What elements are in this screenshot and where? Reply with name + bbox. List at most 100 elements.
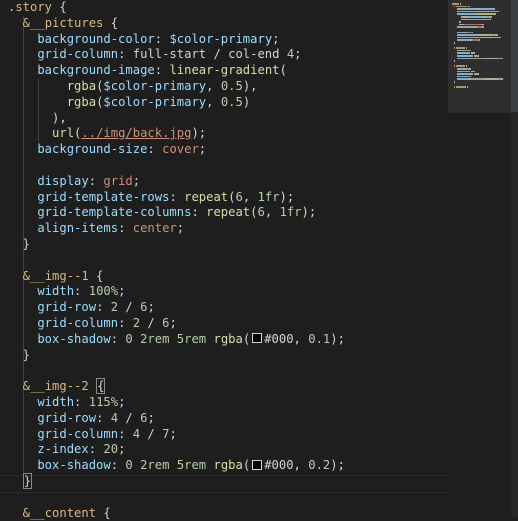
code-line[interactable]: } — [8, 348, 30, 364]
code-token: : — [147, 142, 163, 157]
minimap[interactable] — [448, 0, 518, 517]
code-token: ); — [279, 189, 295, 204]
minimap-token — [455, 47, 465, 49]
code-line[interactable]: .story { — [8, 0, 67, 16]
code-line[interactable]: &__pictures { — [8, 16, 118, 32]
minimap-token — [455, 65, 465, 67]
code-token: , — [206, 79, 221, 93]
code-line[interactable]: z-index: 20; — [8, 442, 125, 458]
code-line[interactable]: grid-row: 4 / 6; — [8, 410, 154, 427]
code-token: rgba — [213, 331, 243, 346]
code-line[interactable]: grid-column: full-start / col-end 4; — [8, 47, 302, 63]
code-token: , — [242, 189, 258, 204]
code-token: ), — [242, 79, 258, 93]
minimap-token — [477, 73, 479, 75]
code-token: ; — [169, 316, 177, 330]
minimap-token — [474, 52, 476, 54]
code-line[interactable]: rgba($color-primary, 0.5), — [8, 79, 258, 95]
minimap-token — [489, 16, 492, 18]
minimap-token — [471, 73, 473, 75]
code-token: : — [96, 410, 111, 425]
code-token: : — [110, 331, 126, 346]
code-token: __img--1 — [30, 268, 89, 283]
minimap-token — [456, 13, 476, 15]
vertical-scrollbar-thumb[interactable] — [511, 0, 518, 112]
code-token: rgba — [8, 79, 97, 93]
minimap-token — [468, 5, 470, 8]
code-line[interactable]: display: grid; — [8, 174, 140, 190]
code-line[interactable]: url(../img/back.jpg); — [8, 126, 206, 142]
minimap-token — [466, 47, 468, 49]
code-line[interactable]: } — [8, 473, 33, 490]
minimap-token — [494, 8, 496, 10]
minimap-token — [456, 75, 465, 78]
minimap-token — [456, 34, 478, 36]
code-line[interactable]: background-image: linear-gradient( — [8, 63, 287, 79]
code-line[interactable]: width: 115%; — [8, 395, 125, 411]
code-line[interactable]: rgba($color-primary, 0.5) — [8, 95, 251, 111]
code-line[interactable]: grid-template-columns: repeat(6, 1fr); — [8, 205, 316, 221]
url-link[interactable]: ../img/back.jpg — [81, 126, 191, 140]
code-line[interactable]: box-shadow: 0 2rem 5rem rgba(#000, 0.1); — [8, 332, 345, 348]
code-token: ( — [279, 63, 287, 78]
code-line[interactable]: grid-template-rows: repeat(6, 1fr); — [8, 190, 294, 206]
color-swatch-icon[interactable] — [252, 333, 263, 344]
minimap-token — [501, 78, 504, 80]
code-token: ); — [191, 126, 207, 141]
code-token: ); — [330, 458, 345, 473]
code-token: , — [293, 331, 309, 346]
code-token: 2 — [132, 316, 141, 330]
minimap-token — [454, 60, 456, 62]
minimap-token — [456, 36, 482, 39]
code-token: : — [110, 458, 126, 473]
minimap-token — [480, 34, 488, 36]
code-line[interactable]: background-color: $color-primary; — [8, 31, 279, 48]
code-token: display — [8, 173, 89, 188]
minimap-token — [466, 65, 468, 67]
code-line[interactable]: grid-column: 2 / 6; — [8, 316, 177, 332]
code-token: grid — [103, 173, 133, 188]
code-token: , — [293, 458, 309, 473]
code-editor[interactable]: .story { &__pictures { background-color:… — [0, 0, 518, 520]
color-swatch-icon[interactable] — [252, 459, 263, 470]
code-line[interactable]: align-items: center; — [8, 221, 184, 237]
code-token: repeat — [206, 205, 251, 220]
code-line[interactable]: &__content { — [8, 506, 111, 521]
code-token: : — [154, 31, 170, 46]
code-token: 115% — [88, 395, 119, 409]
code-token: { — [96, 505, 111, 520]
code-token: ; — [294, 47, 302, 62]
code-token: / — [118, 300, 141, 315]
code-line[interactable]: &__img--2 { — [8, 378, 106, 395]
minimap-token — [477, 13, 496, 15]
code-token: 0.2 — [308, 458, 331, 473]
code-token: ), — [8, 110, 67, 125]
code-token: 4 — [110, 410, 119, 425]
code-line[interactable]: } — [8, 237, 30, 253]
code-line[interactable]: grid-column: 4 / 7; — [8, 426, 177, 443]
code-line[interactable]: ), — [8, 111, 67, 127]
code-token: ( — [242, 331, 251, 346]
code-token: ; — [198, 142, 207, 157]
code-token: : — [169, 189, 185, 204]
minimap-token — [501, 57, 504, 60]
code-token: grid-column — [8, 316, 119, 330]
code-line[interactable]: background-size: cover; — [8, 142, 206, 158]
code-token: ; — [169, 426, 177, 441]
minimap-token — [495, 34, 498, 36]
code-token: : full-start / col-end — [118, 47, 287, 62]
code-line[interactable]: grid-row: 2 / 6; — [8, 300, 154, 316]
code-token: ( — [250, 205, 258, 220]
code-line[interactable]: width: 100%; — [8, 284, 125, 300]
code-line[interactable]: box-shadow: 0 2rem 5rem rgba(#000, 0.2); — [8, 458, 345, 474]
minimap-token — [468, 52, 470, 54]
minimap-token — [471, 39, 479, 41]
minimap-token — [483, 36, 491, 39]
minimap-token — [467, 86, 469, 88]
code-token: grid-row — [8, 300, 97, 315]
code-line[interactable]: &__img--1 { — [8, 268, 104, 285]
minimap-token — [454, 42, 456, 44]
minimap-token — [454, 81, 456, 83]
code-token: ); — [330, 331, 345, 346]
code-token: width — [8, 284, 75, 299]
